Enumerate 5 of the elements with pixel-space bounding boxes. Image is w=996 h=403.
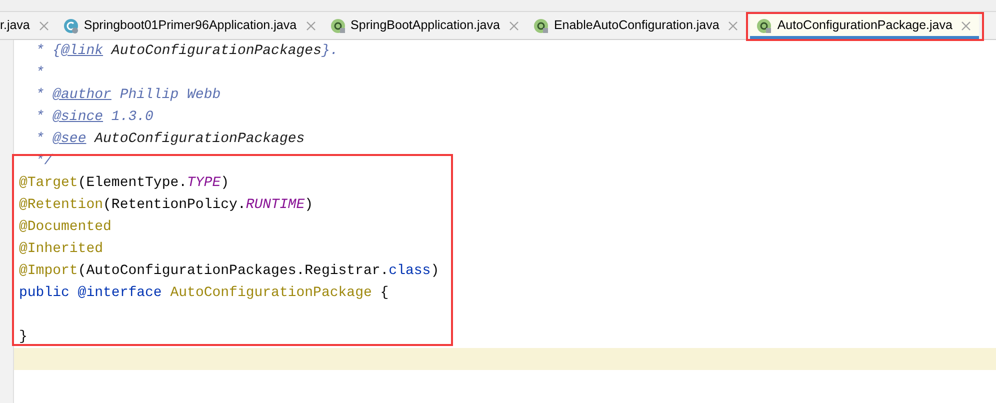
editor-tab[interactable]: AutoConfigurationPackage.java (750, 12, 980, 39)
editor-tab[interactable]: r.java (0, 12, 57, 39)
editor-tab[interactable]: Springboot01Primer96Application.java (56, 12, 324, 39)
editor-tab[interactable]: SpringBootApplication.java (324, 12, 527, 39)
editor-tab[interactable]: EnableAutoConfiguration.java (526, 12, 746, 39)
